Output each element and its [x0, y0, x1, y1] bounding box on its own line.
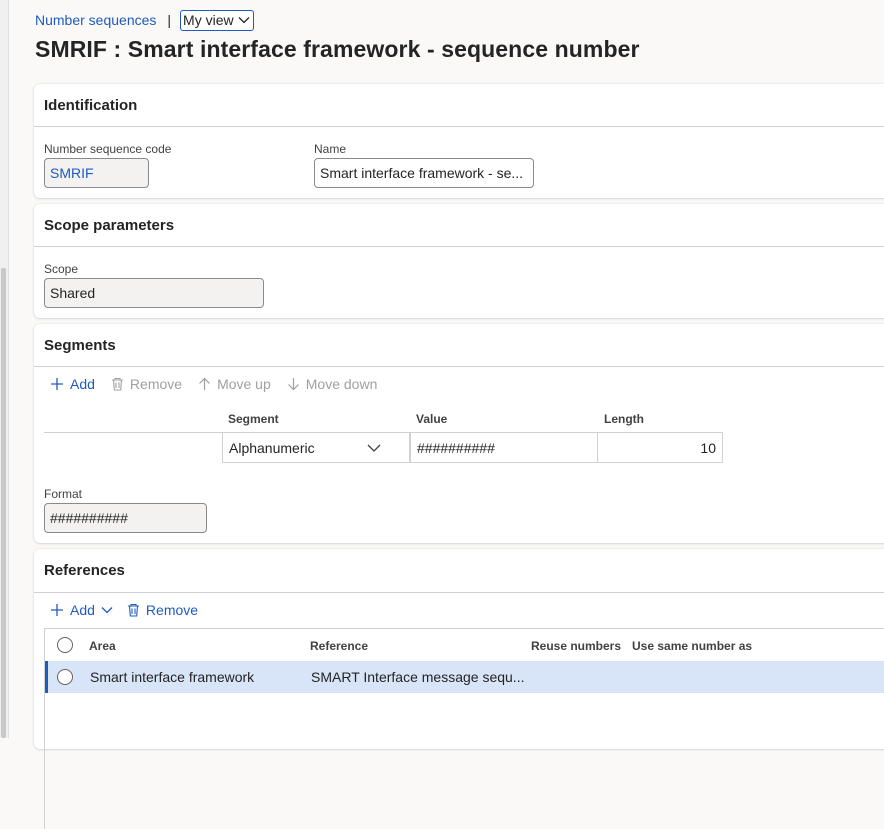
- plus-icon: [51, 604, 63, 616]
- format-label: Format: [44, 487, 83, 501]
- breadcrumb-separator: |: [167, 12, 172, 28]
- name-label: Name: [314, 142, 347, 156]
- format-field[interactable]: ##########: [44, 503, 207, 533]
- area-column-header[interactable]: Area: [89, 639, 116, 653]
- length-column-header[interactable]: Length: [604, 412, 644, 426]
- chevron-down-icon[interactable]: [367, 444, 381, 452]
- scope-parameters-header[interactable]: Scope parameters: [34, 204, 884, 247]
- page-title: SMRIF : Smart interface framework - sequ…: [35, 36, 640, 62]
- segments-toolbar: Add Remove Move up Move down: [50, 376, 393, 392]
- references-add-label: Add: [70, 602, 95, 618]
- identification-section: Identification Number sequence code SMRI…: [34, 84, 884, 198]
- breadcrumb: Number sequences | My view: [35, 9, 254, 31]
- segments-remove-label: Remove: [129, 376, 183, 392]
- arrow-down-icon: [287, 378, 299, 391]
- segments-section: Segments Add Remove Move up Move down Se…: [34, 324, 884, 543]
- scrollbar-thumb[interactable]: [1, 268, 6, 738]
- segment-row-selector[interactable]: [44, 432, 222, 463]
- view-selector-label: My view: [183, 12, 234, 28]
- segment-cell-value: Alphanumeric: [229, 439, 315, 456]
- segment-column-header[interactable]: Segment: [228, 412, 279, 426]
- chevron-down-icon: [238, 17, 250, 24]
- references-add-button[interactable]: Add: [50, 602, 113, 618]
- chevron-down-icon: [101, 607, 113, 614]
- use-same-number-column-header[interactable]: Use same number as: [632, 639, 752, 653]
- reuse-numbers-column-header[interactable]: Reuse numbers: [531, 639, 621, 653]
- segment-cell[interactable]: Alphanumeric: [222, 432, 410, 463]
- selected-row-indicator: [45, 661, 48, 693]
- identification-header[interactable]: Identification: [34, 84, 884, 127]
- value-column-header[interactable]: Value: [416, 412, 447, 426]
- reference-column-header[interactable]: Reference: [310, 639, 368, 653]
- area-cell[interactable]: Smart interface framework: [90, 669, 254, 685]
- row-select-radio[interactable]: [57, 669, 73, 685]
- move-down-label: Move down: [305, 376, 378, 392]
- scope-parameters-section: Scope parameters Scope Shared: [34, 204, 884, 318]
- reference-cell[interactable]: SMART Interface message sequ...: [311, 669, 524, 685]
- segments-add-label: Add: [70, 376, 95, 392]
- references-header[interactable]: References: [34, 549, 884, 593]
- left-scrollbar[interactable]: [0, 0, 9, 738]
- value-cell[interactable]: ##########: [410, 432, 598, 463]
- view-selector[interactable]: My view: [180, 9, 254, 31]
- references-section: References Add Remove Area Reference Reu…: [34, 549, 884, 829]
- move-up-button[interactable]: Move up: [198, 376, 271, 392]
- move-up-label: Move up: [217, 376, 271, 392]
- segments-header[interactable]: Segments: [34, 324, 884, 367]
- trash-icon: [111, 377, 123, 391]
- select-all-radio[interactable]: [57, 637, 73, 653]
- references-toolbar: Add Remove: [50, 602, 214, 618]
- name-field[interactable]: Smart interface framework - se...: [314, 158, 534, 188]
- segments-remove-button[interactable]: Remove: [111, 376, 182, 392]
- move-down-button[interactable]: Move down: [287, 376, 378, 392]
- arrow-up-icon: [199, 377, 210, 390]
- number-sequence-code-label: Number sequence code: [44, 142, 172, 156]
- plus-icon: [51, 378, 63, 390]
- length-cell[interactable]: 10: [597, 432, 723, 463]
- trash-icon: [127, 603, 139, 617]
- segments-add-button[interactable]: Add: [50, 376, 95, 392]
- references-grid: Area Reference Reuse numbers Use same nu…: [44, 628, 884, 829]
- scope-label: Scope: [44, 262, 79, 276]
- number-sequence-code-field[interactable]: SMRIF: [44, 158, 149, 188]
- breadcrumb-number-sequences-link[interactable]: Number sequences: [35, 12, 156, 28]
- references-remove-label: Remove: [145, 602, 199, 618]
- table-row[interactable]: Smart interface framework SMART Interfac…: [45, 661, 884, 693]
- scope-field[interactable]: Shared: [44, 278, 264, 308]
- references-remove-button[interactable]: Remove: [127, 602, 198, 618]
